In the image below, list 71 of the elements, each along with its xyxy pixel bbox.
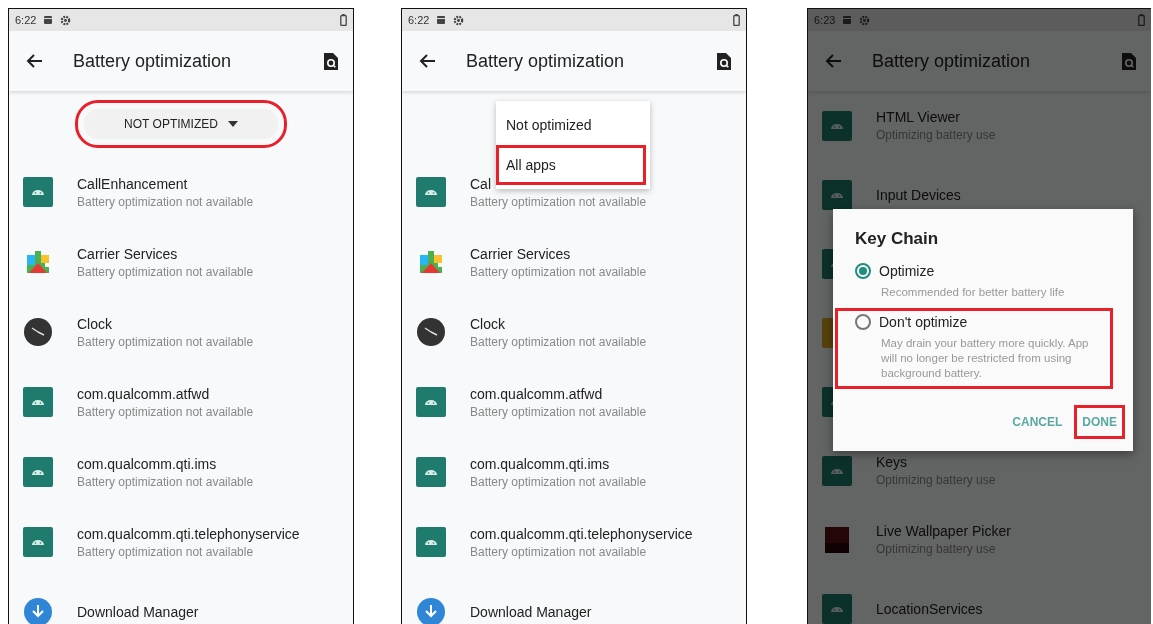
- settings-icon: [859, 14, 871, 26]
- menu-item[interactable]: All apps: [496, 145, 646, 185]
- radio-button[interactable]: [855, 263, 871, 279]
- option-label[interactable]: Optimize: [879, 263, 935, 279]
- settings-icon: [60, 14, 72, 26]
- app-name[interactable]: Clock: [470, 315, 647, 332]
- android-app-icon: [822, 455, 852, 486]
- status-time: 6:22: [15, 14, 37, 26]
- android-app-icon: [416, 177, 446, 207]
- option-description: May drain your battery more quickly. App will no longer be restricted from using background battery.: [880, 336, 1090, 381]
- screen-title: Battery optimization: [872, 50, 1031, 72]
- app-name[interactable]: com.qualcomm.qti.ims: [470, 455, 647, 472]
- app-status: Battery optimization not available: [77, 334, 254, 349]
- app-status: Battery optimization not available: [470, 404, 647, 419]
- notification-icon: [842, 15, 853, 25]
- battery-icon: [340, 14, 347, 26]
- app-name[interactable]: CallEnhancement: [77, 175, 254, 192]
- android-app-icon: [23, 387, 53, 417]
- android-app-icon: [23, 527, 53, 557]
- app-name[interactable]: Carrier Services: [470, 245, 647, 262]
- notification-icon: [436, 15, 447, 25]
- app-name[interactable]: com.qualcomm.atfwd: [470, 385, 647, 402]
- screen-title: Battery optimization: [466, 50, 625, 72]
- android-app-icon: [416, 457, 446, 487]
- settings-icon: [453, 14, 465, 26]
- menu-item[interactable]: Not optimized: [496, 105, 650, 145]
- app-status: Battery optimization not available: [77, 474, 254, 489]
- document-search-icon[interactable]: [323, 51, 339, 71]
- radio-button[interactable]: [855, 314, 871, 330]
- screen-title: Battery optimization: [73, 50, 232, 72]
- back-arrow-icon[interactable]: [25, 53, 43, 69]
- radio-option[interactable]: Don't optimize May drain your battery more quickly. App will no longer be restricted from using background battery.: [835, 308, 1113, 389]
- status-time: 6:23: [814, 14, 836, 26]
- app-name[interactable]: Download Manager: [77, 604, 199, 620]
- app-status: Battery optimization not available: [470, 264, 647, 279]
- app-name[interactable]: com.qualcomm.atfwd: [77, 385, 254, 402]
- dropdown-caret-icon: [227, 121, 238, 127]
- clock-icon: [23, 317, 53, 347]
- android-app-icon: [822, 593, 852, 624]
- battery-icon: [733, 14, 740, 26]
- app-status: Battery optimization not available: [470, 544, 648, 559]
- app-name[interactable]: Carrier Services: [77, 245, 254, 262]
- notification-icon: [43, 15, 54, 25]
- android-app-icon: [416, 527, 446, 557]
- clock-icon: [416, 317, 446, 347]
- document-search-icon[interactable]: [716, 51, 732, 71]
- app-name[interactable]: com.qualcomm.qti.ims: [77, 455, 254, 472]
- app-status: Battery optimization not available: [470, 474, 647, 489]
- wallpaper-app-icon: [822, 524, 852, 555]
- android-app-icon: [822, 110, 852, 141]
- back-arrow-icon[interactable]: [418, 53, 436, 69]
- app-status: Battery optimization not available: [470, 334, 647, 349]
- status-time: 6:22: [408, 14, 430, 26]
- app-status: Battery optimization not available: [77, 404, 254, 419]
- dialog-title: Key Chain: [854, 229, 940, 249]
- android-app-icon: [822, 179, 852, 210]
- android-app-icon: [23, 457, 53, 487]
- radio-option[interactable]: Optimize Recommended for better battery life: [833, 257, 1133, 308]
- app-status: Battery optimization not available: [77, 194, 254, 209]
- option-label[interactable]: Don't optimize: [879, 314, 968, 330]
- app-status: Battery optimization not available: [470, 194, 647, 209]
- android-app-icon: [23, 177, 53, 207]
- app-name[interactable]: Clock: [77, 315, 254, 332]
- app-status: Battery optimization not available: [77, 544, 255, 559]
- app-status: Battery optimization not available: [77, 264, 254, 279]
- app-name[interactable]: com.qualcomm.qti.telephonyservice: [470, 525, 693, 542]
- android-app-icon: [416, 387, 446, 417]
- app-name[interactable]: com.qualcomm.qti.telephonyservice: [77, 525, 300, 542]
- battery-icon: [1138, 14, 1145, 26]
- option-description: Recommended for better battery life: [880, 285, 1066, 300]
- app-name[interactable]: Download Manager: [470, 604, 592, 620]
